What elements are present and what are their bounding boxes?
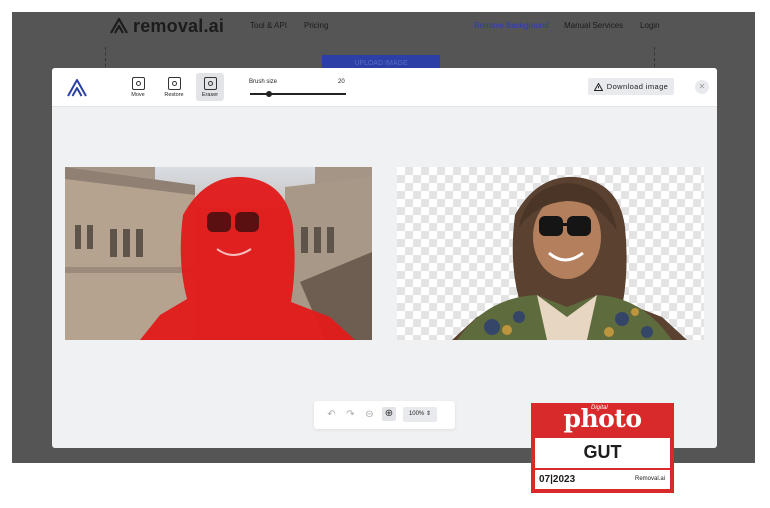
tool-eraser-label: Eraser [201,92,219,98]
move-icon [131,77,145,90]
zoom-level-value: 100% [408,411,425,417]
site-logo[interactable]: removal.ai [108,14,224,38]
badge-date: 07|2023 [539,474,576,485]
tool-move[interactable]: Move [124,73,152,101]
zoom-in-icon[interactable]: ⊕ [382,407,396,421]
removal-logo-icon [110,17,128,34]
badge-footer: 07|2023 Removal.ai [535,470,670,489]
editor-modal: Move Restore Eraser Brush size 20 Downlo… [52,68,717,448]
tool-eraser[interactable]: Eraser [196,73,224,101]
badge-photo-text: photo [563,404,642,433]
warning-triangle-icon [593,82,603,91]
tool-restore-label: Restore [164,92,184,98]
badge-brand: Removal.ai [634,476,665,482]
tool-restore[interactable]: Restore [160,73,188,101]
download-image-label: Download image [606,82,669,91]
nav-manual-services[interactable]: Manual Services [564,21,623,30]
close-icon: ✕ [698,82,706,91]
download-image-button[interactable]: Download image [588,78,674,95]
zoom-toolbar: ↶ ↷ ⊖ ⊕ 100% ⇕ [314,401,455,429]
removal-logo-icon [67,79,87,97]
select-arrows-icon: ⇕ [426,411,432,417]
brush-size-slider[interactable] [250,91,346,97]
redo-icon[interactable]: ↷ [345,409,356,420]
brush-size-label: Brush size [249,79,278,85]
brush-size-value: 20 [338,79,345,85]
original-photo-with-mask [65,167,372,340]
zoom-level-select[interactable]: 100% ⇕ [403,407,437,422]
nav-login[interactable]: Login [640,21,660,30]
result-image-canvas[interactable] [397,167,704,340]
brush-size-slider-handle[interactable] [266,91,273,97]
digital-photo-award-badge: Digital photo GUT 07|2023 Removal.ai [531,403,674,493]
editor-toolbar: Move Restore Eraser Brush size 20 Downlo… [52,68,717,107]
tool-move-label: Move [131,92,145,98]
nav-remove-background[interactable]: Remove Background [474,21,549,30]
badge-rating-text: GUT [583,442,622,462]
undo-icon[interactable]: ↶ [326,409,337,420]
eraser-icon [203,77,217,90]
close-button[interactable]: ✕ [695,80,709,94]
site-header: removal.ai Tool & API Pricing Remove Bac… [12,12,755,42]
nav-pricing[interactable]: Pricing [304,21,328,30]
badge-rating-box: GUT [535,438,670,468]
site-logo-text: removal.ai [133,15,225,36]
restore-icon [167,77,181,90]
background-removed-photo [452,176,687,340]
zoom-out-icon[interactable]: ⊖ [364,409,375,420]
nav-tool-api[interactable]: Tool & API [250,21,287,30]
original-image-canvas[interactable] [65,167,372,340]
